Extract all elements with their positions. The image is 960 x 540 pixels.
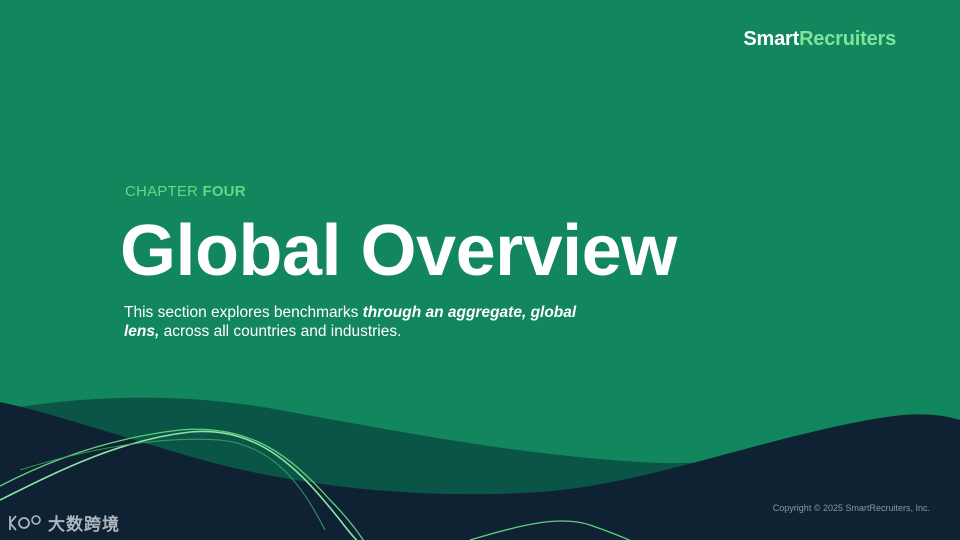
copyright-text: Copyright © 2025 SmartRecruiters, Inc. <box>772 503 930 513</box>
slide: SmartRecruiters CHAPTER FOUR Global Over… <box>0 0 960 540</box>
watermark: 大数跨境 <box>8 510 120 535</box>
chapter-label: CHAPTER FOUR <box>125 183 246 200</box>
brand-logo-part2: Recruiters <box>799 28 896 50</box>
slide-description: This section explores benchmarks through… <box>124 303 594 341</box>
chapter-number: FOUR <box>202 183 246 200</box>
brand-logo: SmartRecruiters <box>743 28 896 51</box>
description-part1: This section explores benchmarks <box>124 304 363 321</box>
slide-title: Global Overview <box>120 211 677 291</box>
watermark-logo-icon <box>9 514 41 531</box>
chapter-prefix: CHAPTER <box>125 183 203 200</box>
brand-logo-part1: Smart <box>743 28 800 50</box>
description-part2: across all countries and industries. <box>159 323 402 340</box>
watermark-text: 大数跨境 <box>48 515 120 534</box>
